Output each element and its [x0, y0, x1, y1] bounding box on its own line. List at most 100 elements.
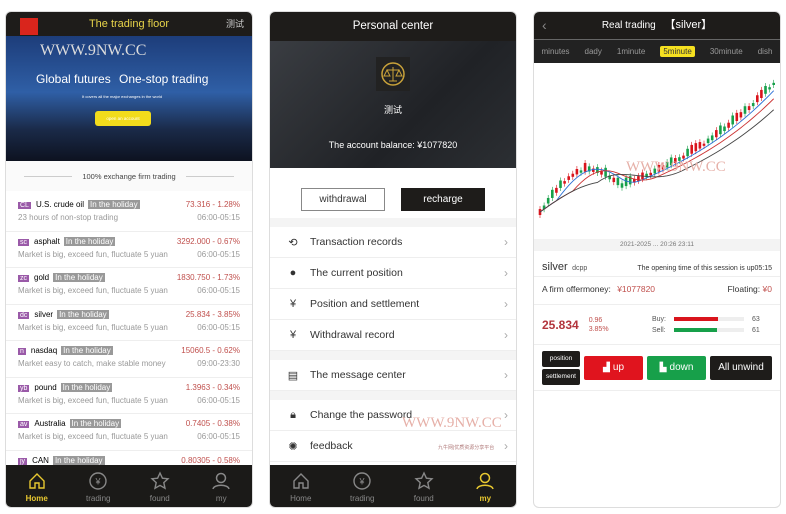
market-hours: 06:00-05:15 — [197, 322, 240, 332]
candle — [538, 209, 542, 215]
tab-found[interactable]: found — [129, 465, 191, 507]
recharge-button[interactable]: recharge — [401, 188, 485, 211]
star-icon — [414, 471, 434, 490]
home-screen: The trading floor 测试 WWW.9NW.CC Global f… — [5, 11, 253, 508]
market-code-badge: n — [18, 348, 26, 355]
tab-home[interactable]: Home — [270, 465, 332, 507]
tab-bar: Home ¥ trading found my — [6, 465, 252, 507]
open-account-button[interactable]: open an account — [95, 111, 151, 126]
svg-text:¥: ¥ — [95, 477, 102, 487]
sell-bar — [674, 328, 744, 332]
candle — [698, 142, 702, 149]
candle — [727, 122, 730, 128]
tab-trading[interactable]: ¥ trading — [68, 465, 130, 507]
menu-item-the-message-center[interactable]: ▤ The message center › — [270, 360, 516, 391]
candle — [694, 143, 698, 152]
buy-up-button[interactable]: ▟ up — [584, 355, 644, 380]
candle — [551, 189, 554, 198]
candle — [690, 144, 693, 154]
candle — [764, 85, 767, 94]
candle — [768, 87, 771, 90]
menu-item-withdrawal-record[interactable]: ¥ Withdrawal record › — [270, 320, 516, 351]
candle — [616, 177, 620, 186]
period-tab-minutes[interactable]: minutes — [542, 47, 570, 56]
status-badge: In the holiday — [53, 273, 105, 282]
chevron-right-icon: › — [504, 235, 508, 249]
chevron-right-icon: › — [504, 408, 508, 422]
period-tab-5minute[interactable]: 5minute — [660, 46, 695, 57]
settlement-button[interactable]: settlement — [542, 368, 580, 385]
market-item[interactable]: n nasdaq In the holiday 15060.5 - 0.62% Mar… — [6, 341, 252, 378]
quote-panel: 25.834 0.96 3.85% Buy: 63 Sell: 61 — [534, 305, 780, 345]
market-item[interactable]: CL U.S. crude oil In the holiday 73.316 - 1… — [6, 195, 252, 232]
all-unwind-button[interactable]: All unwind — [710, 355, 772, 380]
status-badge: In the holiday — [52, 455, 105, 465]
page-title: Personal center — [352, 20, 434, 32]
page-title: The trading floor — [88, 18, 170, 30]
tab-my[interactable]: my — [455, 465, 517, 507]
status-badge: In the holiday — [57, 309, 109, 319]
tab-my[interactable]: my — [191, 465, 253, 507]
market-desc: Market is big, exceed fun, fluctuate 5 y… — [18, 286, 168, 295]
market-hours: 06:00-05:15 — [197, 286, 240, 295]
withdrawal-button[interactable]: withdrawal — [301, 188, 385, 211]
menu-item-position-and-settlement[interactable]: ¥ Position and settlement › — [270, 289, 516, 320]
candle — [743, 106, 747, 114]
status-badge: In the holiday — [63, 236, 116, 246]
tab-bar: Home ¥ trading found my — [270, 465, 516, 507]
banner-subtitle: It covers all the major exchanges in the… — [82, 94, 163, 99]
candle — [760, 89, 763, 99]
market-quote: 1.3963 - 0.34% — [185, 382, 240, 392]
market-item[interactable]: sc asphalt In the holiday 3292.000 - 0.67% … — [6, 232, 252, 268]
candle — [604, 167, 607, 177]
market-desc: Market is big, exceed fun, fluctuate 5 y… — [18, 322, 168, 332]
star-icon — [150, 471, 170, 490]
period-tab-dady[interactable]: dady — [585, 47, 602, 56]
candle — [583, 162, 587, 172]
clock-dollar-icon: ⟲ — [288, 236, 298, 249]
chevron-right-icon: › — [504, 368, 508, 382]
candle — [723, 126, 726, 132]
market-item[interactable]: zc gold In the holiday 1830.750 - 1.73% Mar… — [6, 268, 252, 305]
period-tab-dish[interactable]: dish — [758, 47, 773, 56]
period-tab-30minute[interactable]: 30minute — [710, 47, 743, 56]
personal-header: Personal center — [270, 12, 516, 41]
menu-item-transaction-records[interactable]: ⟲ Transaction records › — [270, 227, 516, 258]
market-quote: 1830.750 - 1.73% — [176, 273, 240, 282]
back-icon[interactable]: ‹ — [542, 12, 547, 39]
tab-home[interactable]: Home — [6, 465, 68, 507]
watermark: WWW.9NW.CC — [402, 415, 502, 431]
personal-screen: Personal center 测试 The account balance: … — [269, 11, 517, 508]
menu-item-the-current-position[interactable]: ● The current position › — [270, 258, 516, 289]
tab-trading[interactable]: ¥ trading — [332, 465, 394, 507]
market-hours: 06:00-05:15 — [197, 213, 240, 222]
market-item[interactable]: dc silver In the holiday 25.834 - 3.85% Mar… — [6, 305, 252, 341]
watermark: WWW.9NW.CC — [40, 42, 147, 59]
period-tab-1minute[interactable]: 1minute — [617, 47, 645, 56]
position-button[interactable]: position — [542, 350, 580, 367]
banner[interactable]: WWW.9NW.CC Global futures One-stop tradi… — [6, 36, 252, 161]
market-code-badge: sc — [18, 238, 29, 246]
kline-chart[interactable]: WWW.9NW.CC 2021-2025 ... 20:26 23:11 — [534, 63, 780, 251]
market-item[interactable]: av Australia In the holiday 0.7405 - 0.38% … — [6, 414, 252, 451]
market-quote: 25.834 - 3.85% — [185, 309, 240, 319]
ma-line — [539, 90, 775, 213]
chart-down-icon: ▙ — [659, 362, 667, 372]
avatar[interactable] — [376, 57, 410, 91]
tab-found[interactable]: found — [393, 465, 455, 507]
user-name[interactable]: 测试 — [226, 12, 244, 36]
chevron-right-icon: › — [504, 328, 508, 342]
change-pct: 3.85% — [588, 325, 609, 333]
market-code-badge: jy — [18, 457, 28, 465]
watermark-sub: 九牛网|优质资源分享平台 — [438, 445, 495, 451]
market-name: U.S. crude oil — [35, 200, 84, 209]
market-desc: 23 hours of non-stop trading — [18, 213, 119, 222]
chevron-right-icon: › — [504, 266, 508, 280]
market-desc: Market is big, exceed fun, fluctuate 5 y… — [18, 432, 168, 441]
market-desc: Market is big, exceed fun, fluctuate 5 y… — [18, 395, 168, 405]
candle — [731, 115, 734, 125]
market-item[interactable]: yb pound In the holiday 1.3963 - 0.34% Mark… — [6, 378, 252, 414]
sell-down-button[interactable]: ▙ down — [647, 355, 707, 380]
status-badge: In the holiday — [60, 382, 113, 392]
change: 0.96 — [588, 316, 603, 324]
